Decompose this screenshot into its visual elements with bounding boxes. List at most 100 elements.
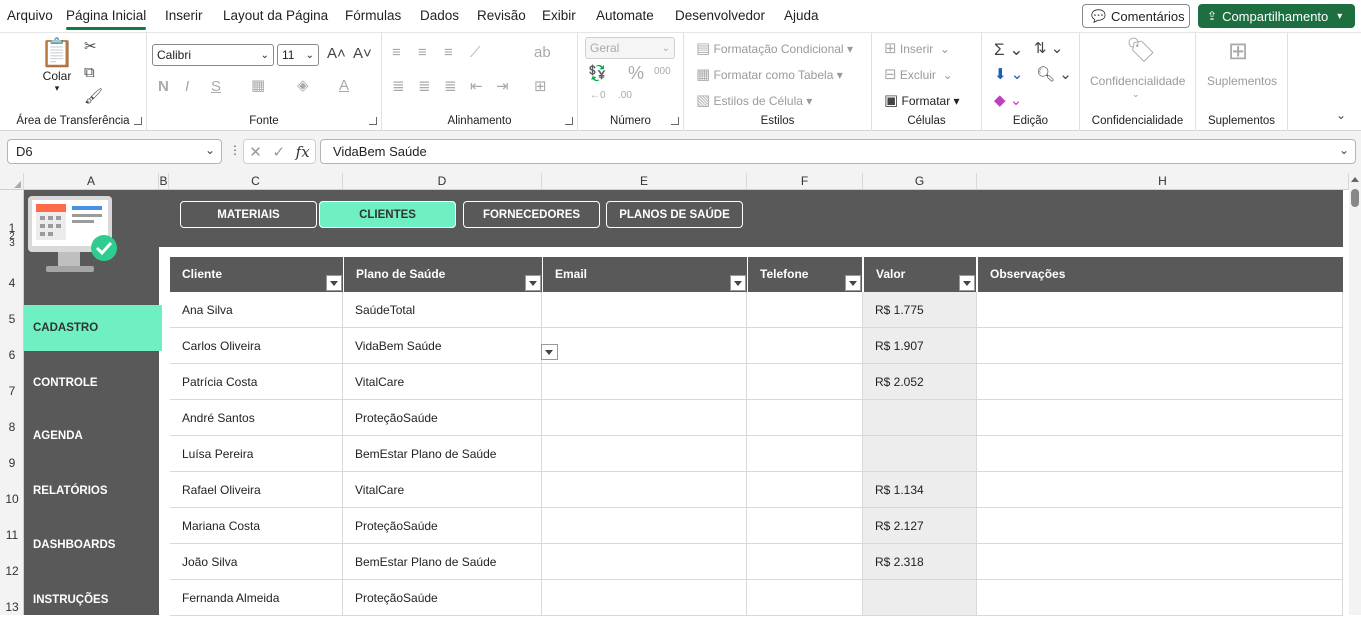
addins-label[interactable]: Suplementos	[1207, 74, 1277, 88]
table-cell[interactable]: R$ 2.318	[863, 544, 977, 580]
column-header-g[interactable]: G	[863, 173, 977, 190]
align-center-icon[interactable]: ≣	[418, 79, 431, 94]
column-header-e[interactable]: E	[542, 173, 747, 190]
align-top-icon[interactable]: ≡	[392, 45, 401, 60]
format-as-table-button[interactable]: ▦ Formatar como Tabela ▾	[696, 67, 843, 82]
format-button[interactable]: ▣ Formatar ▾	[884, 93, 960, 108]
table-cell[interactable]: Carlos Oliveira	[170, 328, 343, 364]
menu-desenvolvedor[interactable]: Desenvolvedor	[675, 8, 765, 23]
font-size-select[interactable]: 11 ⌄	[277, 44, 319, 66]
select-all-corner[interactable]	[0, 173, 24, 190]
wrap-text-icon[interactable]: ab	[534, 45, 551, 60]
more-icon[interactable]: ⋮	[229, 143, 241, 157]
table-cell[interactable]: VidaBem Saúde	[343, 328, 542, 364]
table-cell[interactable]	[977, 292, 1343, 328]
decrease-font-icon[interactable]: A˅	[353, 46, 372, 61]
row-header-9[interactable]: 9	[0, 456, 24, 470]
format-painter-icon[interactable]: 🖌	[84, 89, 103, 104]
menu-layout[interactable]: Layout da Página	[223, 8, 328, 23]
increase-indent-icon[interactable]: ⇥	[496, 79, 509, 94]
table-cell[interactable]: André Santos	[170, 400, 343, 436]
italic-button[interactable]: I	[185, 79, 189, 94]
table-cell[interactable]	[977, 580, 1343, 616]
nav-tab-clientes[interactable]: CLIENTES	[319, 201, 456, 228]
currency-icon[interactable]: 💱	[588, 66, 607, 81]
table-cell[interactable]: R$ 1.134	[863, 472, 977, 508]
row-header-7[interactable]: 7	[0, 384, 24, 398]
menu-automate[interactable]: Automate	[596, 8, 654, 23]
row-header-13[interactable]: 13	[0, 600, 24, 614]
menu-exibir[interactable]: Exibir	[542, 8, 576, 23]
table-cell[interactable]: Mariana Costa	[170, 508, 343, 544]
increase-decimal-icon[interactable]: ←0	[590, 91, 606, 101]
table-cell[interactable]	[542, 508, 747, 544]
table-cell[interactable]: ProteçãoSaúde	[343, 508, 542, 544]
filter-dropdown-icon[interactable]	[959, 275, 975, 291]
table-cell[interactable]	[977, 472, 1343, 508]
name-box[interactable]: D6 ⌄	[7, 139, 222, 164]
align-middle-icon[interactable]: ≡	[418, 45, 427, 60]
sidebar-item-relatorios[interactable]: RELATÓRIOS	[24, 469, 162, 513]
borders-icon[interactable]: ▦	[251, 78, 265, 93]
table-cell[interactable]: Rafael Oliveira	[170, 472, 343, 508]
filter-dropdown-icon[interactable]	[730, 275, 746, 291]
column-header-c[interactable]: C	[169, 173, 343, 190]
percent-icon[interactable]: %	[628, 64, 644, 82]
number-format-select[interactable]: Geral ⌄	[585, 37, 675, 59]
fill-color-icon[interactable]: ◈	[297, 78, 309, 93]
scroll-thumb[interactable]	[1351, 189, 1359, 207]
sidebar-item-controle[interactable]: CONTROLE	[24, 361, 162, 405]
decrease-indent-icon[interactable]: ⇤	[470, 79, 483, 94]
insert-function-button[interactable]: fx	[296, 143, 310, 161]
menu-dados[interactable]: Dados	[420, 8, 459, 23]
table-cell[interactable]	[542, 436, 747, 472]
table-cell[interactable]	[747, 364, 863, 400]
enter-icon[interactable]: ✓	[272, 143, 285, 161]
insert-button[interactable]: ⊞ Inserir ⌄	[884, 41, 950, 56]
table-cell[interactable]: R$ 1.907	[863, 328, 977, 364]
table-cell[interactable]	[747, 508, 863, 544]
table-cell[interactable]: Ana Silva	[170, 292, 343, 328]
menu-arquivo[interactable]: Arquivo	[7, 8, 53, 23]
sidebar-item-instrucoes[interactable]: INSTRUÇÕES	[24, 578, 162, 622]
font-color-icon[interactable]: A	[339, 78, 349, 93]
row-header-12[interactable]: 12	[0, 564, 24, 578]
table-cell[interactable]	[977, 436, 1343, 472]
table-cell[interactable]	[747, 580, 863, 616]
table-cell[interactable]	[747, 436, 863, 472]
cell-styles-button[interactable]: ▧ Estilos de Célula ▾	[696, 93, 812, 108]
table-cell[interactable]	[977, 400, 1343, 436]
table-cell[interactable]: ProteçãoSaúde	[343, 580, 542, 616]
row-header-5[interactable]: 5	[0, 312, 24, 326]
table-cell[interactable]	[747, 292, 863, 328]
menu-revisao[interactable]: Revisão	[477, 8, 526, 23]
table-cell[interactable]: R$ 2.127	[863, 508, 977, 544]
thousands-icon[interactable]: 000	[654, 67, 671, 77]
font-name-select[interactable]: Calibri ⌄	[152, 44, 274, 66]
column-header-a[interactable]: A	[24, 173, 159, 190]
row-header-3[interactable]: 3	[0, 238, 24, 249]
table-cell[interactable]	[863, 580, 977, 616]
paste-button[interactable]: 📋 Colar ▾	[40, 39, 75, 94]
sidebar-item-agenda[interactable]: AGENDA	[24, 414, 162, 458]
menu-ajuda[interactable]: Ajuda	[784, 8, 819, 23]
table-cell[interactable]: João Silva	[170, 544, 343, 580]
table-cell[interactable]: Fernanda Almeida	[170, 580, 343, 616]
menu-pagina-inicial[interactable]: Página Inicial	[66, 8, 147, 30]
table-cell[interactable]	[542, 292, 747, 328]
table-cell[interactable]	[977, 328, 1343, 364]
sensitivity-label[interactable]: Confidencialidade	[1090, 74, 1185, 88]
clear-icon[interactable]: ◆ ⌄	[994, 93, 1022, 108]
table-cell[interactable]: VitalCare	[343, 472, 542, 508]
table-cell[interactable]: BemEstar Plano de Saúde	[343, 436, 542, 472]
share-button[interactable]: ⇪ Compartilhamento ▾	[1198, 4, 1355, 28]
delete-button[interactable]: ⊟ Excluir ⌄	[884, 67, 953, 82]
table-cell[interactable]	[977, 508, 1343, 544]
merge-icon[interactable]: ⊞	[534, 79, 547, 94]
sidebar-item-dashboards[interactable]: DASHBOARDS	[24, 523, 162, 567]
table-cell[interactable]: R$ 2.052	[863, 364, 977, 400]
table-cell[interactable]	[542, 328, 747, 364]
table-cell[interactable]	[747, 472, 863, 508]
cell-dropdown-icon[interactable]	[541, 344, 558, 360]
column-header-f[interactable]: F	[747, 173, 863, 190]
